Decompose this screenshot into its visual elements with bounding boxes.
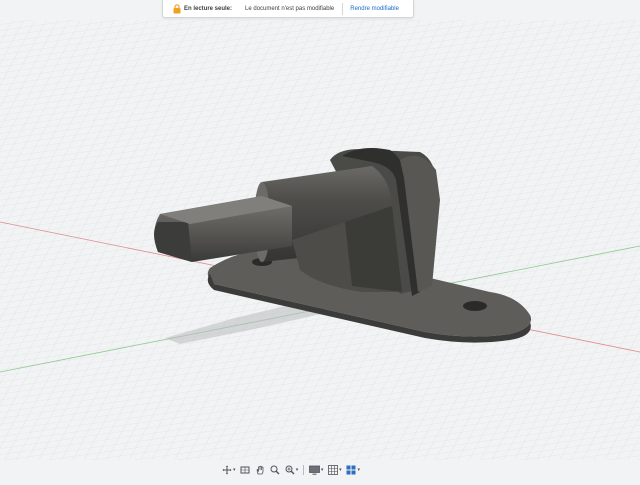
zoom-icon (270, 465, 280, 475)
look-at-button[interactable] (240, 463, 250, 477)
read-only-title: En lecture seule: (184, 5, 233, 12)
zoom-button[interactable] (270, 463, 280, 477)
fit-menu-caret[interactable]: ▾ (296, 467, 299, 473)
pan-hand-icon (256, 465, 264, 475)
grid-snap-icon (328, 465, 339, 475)
viewports-button[interactable]: ▾ (346, 463, 360, 477)
read-only-banner: En lecture seule: Le document n'est pas … (162, 0, 414, 18)
look-at-icon (240, 466, 250, 474)
grid-menu-caret[interactable]: ▾ (339, 467, 342, 473)
3d-viewport[interactable] (0, 0, 640, 480)
pan-button[interactable] (255, 463, 265, 477)
navigation-toolbar: ▾ ▾ ▾ ▾ ▾ (222, 462, 360, 478)
viewports-menu-caret[interactable]: ▾ (357, 467, 360, 473)
orbit-tool-button[interactable]: ▾ (222, 463, 236, 477)
display-menu-caret[interactable]: ▾ (321, 467, 324, 473)
display-settings-button[interactable]: ▾ (308, 463, 324, 477)
lock-icon (172, 3, 181, 14)
orbit-menu-caret[interactable]: ▾ (233, 467, 236, 473)
fit-zoom-button[interactable]: ▾ (285, 463, 299, 477)
fit-zoom-icon (285, 465, 295, 475)
read-only-message: Le document n'est pas modifiable (245, 5, 335, 12)
make-editable-link[interactable]: Rendre modifiable (350, 6, 399, 12)
toolbar-divider (303, 465, 305, 475)
banner-divider (342, 2, 344, 15)
canvas[interactable] (0, 0, 640, 480)
orbit-icon (222, 465, 232, 475)
display-settings-icon (308, 465, 320, 475)
grid-snap-button[interactable]: ▾ (328, 463, 342, 477)
viewports-icon (346, 465, 356, 475)
